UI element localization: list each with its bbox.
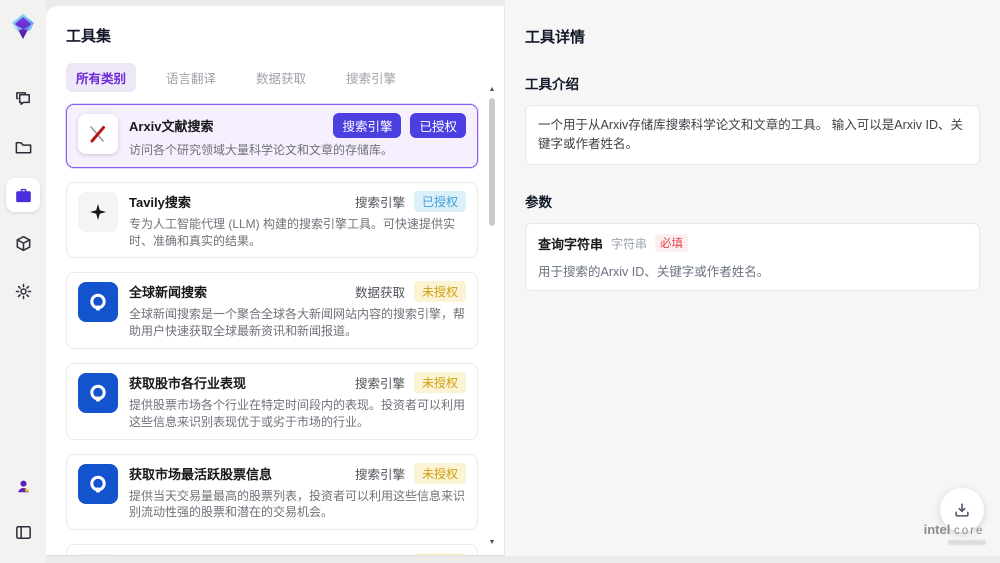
core-wordmark: core: [953, 525, 985, 537]
intro-box: 一个用于从Arxiv存储库搜索科学论文和文章的工具。 输入可以是Arxiv ID…: [525, 105, 980, 165]
category-tab[interactable]: 搜索引擎: [336, 63, 406, 92]
tool-card[interactable]: Arxiv文献搜索 搜索引擎 已授权 访问各个研究领域大量科学论文和文章的存储库…: [66, 104, 478, 168]
news-search-icon: [90, 294, 106, 311]
tool-icon: [78, 463, 118, 504]
tool-icon: [78, 282, 118, 323]
sidebar-item-tools[interactable]: [6, 178, 40, 212]
category-tab[interactable]: 所有类别: [66, 63, 137, 92]
sidebar-rail: [0, 0, 46, 563]
tool-name: Arxiv文献搜索: [129, 119, 214, 134]
tool-description: 访问各个研究领域大量科学论文和文章的存储库。: [129, 143, 394, 157]
params-box: 查询字符串 字符串 必填 用于搜索的Arxiv ID、关键字或作者姓名。: [525, 222, 980, 291]
news-search-icon: [90, 384, 106, 402]
param-type: 字符串: [611, 236, 648, 251]
gear-icon: [15, 283, 31, 299]
tool-description: 提供当天交易量最高的股票列表，投资者可以利用这些信息来识别流动性强的股票和潜在的…: [129, 488, 466, 520]
category-tabs: 所有类别 语言翻译 数据获取 搜索引擎: [66, 63, 478, 92]
scroll-up-icon[interactable]: ▲: [488, 86, 496, 94]
sidebar-item-account[interactable]: [6, 469, 40, 503]
download-icon: [955, 503, 969, 517]
tool-status-badge: 未授权: [413, 371, 466, 393]
tool-status-badge: 未授权: [413, 462, 466, 484]
tool-status-badge: 已授权: [413, 190, 466, 212]
tool-name: 获取市场最活跃股票信息: [129, 466, 273, 482]
tool-description: 专为人工智能代理 (LLM) 构建的搜索引擎工具。可快速提供实时、准确和真实的结…: [129, 216, 456, 248]
cube-icon: [16, 235, 30, 251]
tool-status-badge: 已授权: [410, 113, 466, 138]
tool-category-tag[interactable]: 搜索引擎: [333, 113, 402, 138]
list-scrollbar[interactable]: ▲ ▼: [488, 86, 496, 547]
intro-text: 一个用于从Arxiv存储库搜索科学论文和文章的工具。 输入可以是Arxiv ID…: [538, 118, 964, 151]
tool-list: Arxiv文献搜索 搜索引擎 已授权 访问各个研究领域大量科学论文和文章的存储库…: [66, 104, 478, 555]
tool-details-panel: 工具详情 工具介绍 一个用于从Arxiv存储库搜索科学论文和文章的工具。 输入可…: [505, 0, 1000, 556]
sidebar-item-packages[interactable]: [6, 226, 40, 260]
category-tab[interactable]: 数据获取: [246, 63, 316, 92]
user-avatar-icon: [17, 480, 29, 492]
tool-name: 全球新闻搜索: [129, 285, 208, 301]
tool-category-tag: 搜索引擎: [354, 376, 405, 391]
tool-category-tag: 搜索引擎: [355, 554, 405, 555]
tool-icon: [78, 114, 118, 154]
tool-category-tag: 搜索引擎: [354, 195, 405, 210]
scrollbar-thumb[interactable]: [489, 98, 495, 226]
arxiv-logo-icon: [90, 126, 105, 143]
tool-name: 获取股市各行业表现: [129, 375, 247, 391]
chat-icon: [15, 91, 30, 105]
panel-toggle-icon: [15, 525, 31, 539]
param-name: 查询字符串: [538, 236, 604, 252]
params-heading: 参数: [525, 194, 552, 210]
tool-status-badge: 未授权: [413, 553, 466, 555]
sidebar-item-files[interactable]: [6, 130, 40, 164]
intel-core-logo: intel core: [922, 522, 986, 545]
news-search-icon: [90, 475, 106, 493]
param-required-badge: 必填: [655, 234, 689, 252]
toolbox-icon: [15, 188, 31, 202]
tool-description: 提供股票市场各个行业在特定时间段内的表现。投资者可以利用这些信息来识别表现优于或…: [129, 397, 466, 429]
tool-card[interactable]: Tavily搜索 搜索引擎 已授权 专为人工智能代理 (LLM) 构建的搜索引擎…: [66, 181, 478, 259]
tool-name: Tavily搜索: [129, 194, 191, 210]
page-title: 工具集: [66, 28, 112, 45]
tool-card[interactable]: 获取市场最活跃股票信息 搜索引擎 未授权 提供当天交易量最高的股票列表，投资者可…: [66, 453, 478, 531]
sidebar-collapse-button[interactable]: [6, 515, 40, 549]
folder-icon: [15, 141, 31, 153]
intel-wordmark: intel: [923, 522, 951, 537]
tool-card[interactable]: 获取股市各行业表现 搜索引擎 未授权 提供股票市场各个行业在特定时间段内的表现。…: [66, 362, 478, 440]
category-tab[interactable]: 语言翻译: [156, 63, 226, 92]
tool-icon: [78, 372, 118, 413]
sidebar-item-chat[interactable]: [6, 82, 40, 116]
details-title: 工具详情: [525, 29, 586, 46]
tool-category-tag: 搜索引擎: [354, 467, 405, 482]
param-item: 查询字符串 字符串 必填 用于搜索的Arxiv ID、关键字或作者姓名。: [538, 234, 967, 280]
tool-card[interactable]: 全球新闻搜索 数据获取 未授权 全球新闻搜索是一个聚合全球各大新闻网站内容的搜索…: [66, 272, 478, 349]
sparkle-icon: [90, 203, 106, 220]
tool-description: 全球新闻搜索是一个聚合全球各大新闻网站内容的搜索引擎，帮助用户快速获取全球最新资…: [129, 307, 466, 339]
param-description: 用于搜索的Arxiv ID、关键字或作者姓名。: [538, 264, 770, 279]
tool-status-badge: 未授权: [413, 281, 466, 303]
toolset-panel: 工具集 所有类别 语言翻译 数据获取 搜索引擎 Arxiv文献搜索 搜索引擎 已授权 …: [46, 6, 505, 556]
tool-icon: [78, 554, 118, 555]
tool-card[interactable]: 万维地区新闻查询 搜索引擎 未授权 查询具体行政区划内的新闻，快速了解各地新闻动: [66, 544, 478, 555]
app-logo-icon: [12, 14, 34, 39]
scroll-down-icon[interactable]: ▼: [488, 539, 496, 547]
tool-name: 万维地区新闻查询: [129, 554, 233, 555]
tool-category-tag: 数据获取: [354, 286, 405, 301]
tool-icon: [78, 191, 118, 232]
sidebar-item-settings[interactable]: [6, 274, 40, 308]
intel-sub-badge: [948, 540, 986, 545]
intro-heading: 工具介绍: [525, 77, 579, 92]
